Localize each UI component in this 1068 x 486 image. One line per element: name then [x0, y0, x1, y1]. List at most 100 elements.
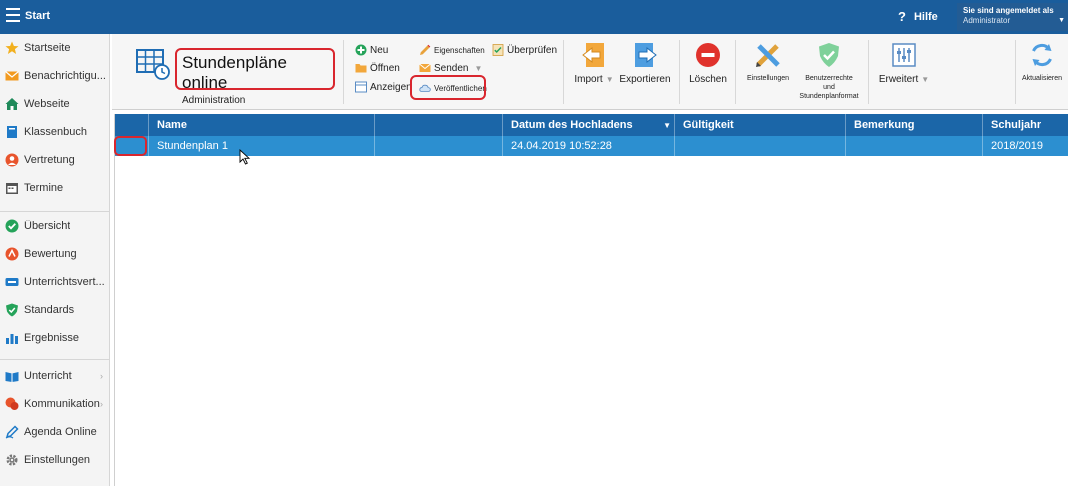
help-label: Hilfe: [913, 10, 938, 23]
login-user: Administrator: [963, 16, 1011, 25]
sidebar-item-label: Übersicht: [24, 220, 71, 232]
cell-remark: [846, 136, 983, 156]
plus-circle-icon: [355, 44, 367, 56]
export-icon: [635, 43, 657, 67]
sidebar-item-label: Einstellungen: [24, 454, 91, 466]
hamburger-menu-icon[interactable]: [6, 8, 20, 24]
envelope-icon: [419, 63, 431, 72]
ribbon-divider: [1015, 40, 1016, 104]
sidebar-item-unterricht[interactable]: Unterricht ›: [0, 362, 109, 390]
pencil-ruler-icon: [756, 44, 780, 67]
page-title: Start: [25, 10, 51, 22]
send-button[interactable]: Senden ▼: [419, 62, 482, 74]
dropdown-arrow-icon: ▼: [921, 75, 930, 84]
column-header-validity[interactable]: Gültigkeit: [675, 114, 846, 136]
ribbon-divider: [563, 40, 564, 104]
open-button[interactable]: Öffnen: [355, 62, 400, 74]
bar-chart-icon: [6, 334, 18, 344]
open-label: Öffnen: [370, 62, 400, 74]
sidebar-item-standards[interactable]: Standards: [0, 296, 109, 324]
sidebar-item-label: Bewertung: [24, 248, 77, 260]
grid-header: Name Datum des Hochladens ▼ Gültigkeit B…: [115, 114, 1068, 136]
sidebar-item-unterrichtsverteilung[interactable]: Unterrichtsvert...: [0, 268, 109, 296]
star-icon: [5, 41, 19, 54]
sidebar-item-uebersicht[interactable]: Übersicht: [0, 212, 109, 240]
column-header-upload-date[interactable]: Datum des Hochladens ▼: [503, 114, 675, 136]
sidebar-item-label: Startseite: [24, 42, 71, 54]
user-rights-label-2: und: [823, 84, 835, 91]
sidebar-item-webseite[interactable]: Webseite: [0, 90, 109, 118]
ribbon-divider: [868, 40, 869, 104]
settings-button[interactable]: Einstellungen: [742, 42, 794, 83]
sidebar-divider: [0, 359, 109, 360]
cell-upload-date: 24.04.2019 10:52:28: [503, 136, 675, 156]
new-button[interactable]: Neu: [355, 44, 388, 56]
send-label: Senden: [434, 62, 469, 74]
advanced-label: Erweitert: [878, 74, 919, 85]
checklist-icon: [492, 44, 504, 56]
column-header-empty[interactable]: [375, 114, 503, 136]
user-menu[interactable]: Sie sind angemeldet als Administrator ▼: [957, 3, 1068, 31]
shield-icon: [6, 303, 18, 317]
user-rights-button[interactable]: Benutzerrechte und Stundenplanformat: [798, 42, 860, 101]
delete-label: Löschen: [689, 74, 727, 85]
column-header-name[interactable]: Name: [149, 114, 375, 136]
import-icon: [582, 43, 604, 67]
sidebar-item-agenda-online[interactable]: Agenda Online: [0, 418, 109, 446]
chevron-down-icon: ▼: [1058, 17, 1065, 24]
ribbon-toolbar: Stundenpläne online Administration Neu Ö…: [112, 34, 1068, 110]
view-button[interactable]: Anzeigen: [355, 81, 412, 93]
cell-name: Stundenplan 1: [149, 136, 375, 156]
module-name: Stundenpläne online: [182, 53, 287, 92]
cell-school-year: 2018/2019: [991, 140, 1043, 152]
chevron-right-icon: ›: [100, 399, 103, 409]
envelope-icon: [5, 71, 19, 81]
export-button[interactable]: Exportieren: [618, 42, 672, 85]
sidebar-item-bewertung[interactable]: Bewertung: [0, 240, 109, 268]
help-button[interactable]: ? Hilfe: [898, 9, 938, 24]
sidebar-item-label: Unterrichtsvert...: [24, 276, 105, 288]
properties-label: Eigenschaften: [434, 45, 485, 55]
pencil-icon: [420, 44, 431, 55]
user-rights-label-1: Benutzerrechte: [805, 75, 853, 82]
sidebar-item-startseite[interactable]: Startseite: [0, 34, 109, 62]
help-icon: ?: [898, 9, 906, 24]
delete-button[interactable]: Löschen: [686, 42, 730, 85]
sidebar-item-ergebnisse[interactable]: Ergebnisse: [0, 324, 109, 352]
pen-icon: [5, 425, 19, 439]
check-button[interactable]: Überprüfen: [492, 44, 557, 56]
import-button[interactable]: Import ▼: [572, 42, 616, 85]
sidebar-item-label: Benachrichtigu...: [24, 70, 106, 82]
sidebar-item-klassenbuch[interactable]: Klassenbuch: [0, 118, 109, 146]
table-row[interactable]: Stundenplan 1 24.04.2019 10:52:28 2018/2…: [115, 136, 1068, 156]
sidebar-item-termine[interactable]: Termine: [0, 174, 109, 202]
module-subtitle: Administration: [182, 95, 246, 106]
sidebar-item-benachrichtigungen[interactable]: Benachrichtigu...: [0, 62, 109, 90]
column-header-remark[interactable]: Bemerkung: [846, 114, 983, 136]
person-icon: [5, 153, 19, 167]
shield-check-icon: [819, 43, 839, 67]
properties-button[interactable]: Eigenschaften: [419, 44, 485, 56]
sidebar-item-einstellungen[interactable]: Einstellungen: [0, 446, 109, 474]
delete-icon: [696, 43, 720, 67]
advanced-button[interactable]: Erweitert ▼: [876, 42, 932, 85]
sidebar-item-vertretung[interactable]: Vertretung: [0, 146, 109, 174]
timetable-icon: [136, 49, 170, 80]
user-rights-label-3: Stundenplanformat: [799, 93, 859, 100]
ribbon-divider: [679, 40, 680, 104]
timetable-grid: Name Datum des Hochladens ▼ Gültigkeit B…: [114, 114, 1068, 486]
column-header-school-year[interactable]: Schuljahr: [983, 114, 1068, 136]
book-icon: [7, 126, 17, 138]
sliders-icon: [892, 43, 916, 67]
import-label: Import: [574, 74, 603, 85]
publish-highlight: [410, 75, 486, 100]
table-view-icon: [355, 81, 367, 93]
sidebar-item-kommunikation[interactable]: Kommunikation ›: [0, 390, 109, 418]
new-label: Neu: [370, 44, 389, 56]
view-label: Anzeigen: [370, 81, 412, 93]
refresh-button[interactable]: Aktualisieren: [1017, 42, 1067, 83]
cell-empty: [375, 136, 503, 156]
folder-icon: [355, 64, 367, 73]
sidebar-item-label: Standards: [24, 304, 75, 316]
house-icon: [5, 98, 19, 110]
